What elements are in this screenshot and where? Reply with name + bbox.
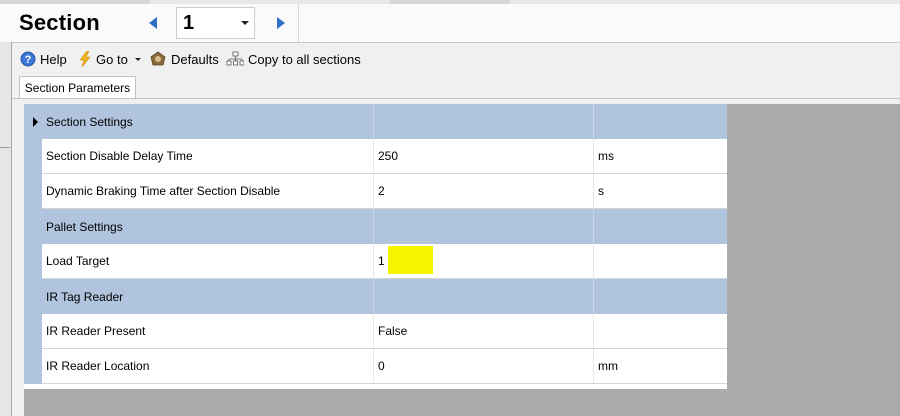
category-name: Pallet Settings	[42, 209, 374, 244]
property-row[interactable]: Section Disable Delay Time 250 ms	[24, 139, 727, 174]
category-value	[374, 104, 594, 139]
category-row[interactable]: Pallet Settings	[24, 209, 727, 244]
category-value	[374, 209, 594, 244]
row-margin	[24, 349, 42, 384]
lightning-icon	[79, 51, 91, 67]
category-row[interactable]: IR Tag Reader	[24, 279, 727, 314]
property-name: Section Disable Delay Time	[42, 139, 374, 174]
tab-divider	[12, 98, 900, 99]
property-value[interactable]: 1	[374, 244, 594, 279]
help-label: Help	[40, 51, 67, 67]
row-margin	[24, 209, 42, 244]
category-unit	[594, 279, 727, 314]
row-margin	[24, 104, 42, 139]
row-margin	[24, 244, 42, 279]
defaults-button[interactable]: Defaults	[149, 51, 219, 67]
arrow-left-icon	[149, 17, 157, 29]
property-name: Load Target	[42, 244, 374, 279]
row-margin	[24, 279, 42, 314]
row-margin	[24, 139, 42, 174]
category-row[interactable]: Section Settings	[24, 104, 727, 139]
category-value	[374, 279, 594, 314]
category-name: Section Settings	[42, 104, 374, 139]
toolbar: ? Help Go to Defaults Copy to all sectio…	[12, 47, 900, 73]
left-panel-edge	[0, 42, 12, 416]
property-unit: s	[594, 174, 727, 209]
property-value[interactable]: False	[374, 314, 594, 349]
property-row[interactable]: Dynamic Braking Time after Section Disab…	[24, 174, 727, 209]
category-unit	[594, 104, 727, 139]
property-value[interactable]: 0	[374, 349, 594, 384]
row-margin	[24, 314, 42, 349]
section-number-select[interactable]: 1	[176, 7, 255, 39]
property-grid: Section Settings Section Disable Delay T…	[24, 104, 727, 389]
hierarchy-icon	[226, 51, 244, 66]
help-icon: ?	[20, 51, 36, 67]
property-unit	[594, 314, 727, 349]
previous-section-button[interactable]	[142, 9, 164, 37]
goto-label: Go to	[96, 51, 128, 67]
property-unit: mm	[594, 349, 727, 384]
help-button[interactable]: ? Help	[20, 51, 67, 67]
chevron-down-icon	[134, 57, 141, 61]
row-margin	[24, 174, 42, 209]
property-row[interactable]: IR Reader Location 0 mm	[24, 349, 727, 384]
copy-to-all-sections-button[interactable]: Copy to all sections	[226, 51, 361, 67]
property-row[interactable]: IR Reader Present False	[24, 314, 727, 349]
header-divider	[298, 4, 299, 42]
chevron-down-icon	[241, 21, 249, 25]
property-name: Dynamic Braking Time after Section Disab…	[42, 174, 374, 209]
property-name: IR Reader Location	[42, 349, 374, 384]
property-value[interactable]: 2	[374, 174, 594, 209]
arrow-right-icon	[277, 17, 285, 29]
property-row[interactable]: Load Target 1	[24, 244, 727, 279]
defaults-icon	[150, 51, 166, 66]
category-name: IR Tag Reader	[42, 279, 374, 314]
page-title: Section	[19, 10, 100, 35]
svg-text:?: ?	[25, 54, 32, 66]
tab-section-parameters[interactable]: Section Parameters	[19, 76, 136, 98]
property-name: IR Reader Present	[42, 314, 374, 349]
category-unit	[594, 209, 727, 244]
property-value[interactable]: 250	[374, 139, 594, 174]
goto-menu-button[interactable]: Go to	[78, 51, 141, 67]
expander-icon[interactable]	[32, 116, 38, 127]
copy-label: Copy to all sections	[248, 51, 361, 67]
property-unit: ms	[594, 139, 727, 174]
defaults-label: Defaults	[171, 51, 219, 67]
property-unit	[594, 244, 727, 279]
section-number-value: 1	[183, 12, 195, 34]
section-dropdown-button[interactable]	[236, 8, 254, 38]
tab-label: Section Parameters	[24, 80, 131, 95]
section-header: Section 1	[0, 4, 900, 43]
next-section-button[interactable]	[270, 9, 292, 37]
